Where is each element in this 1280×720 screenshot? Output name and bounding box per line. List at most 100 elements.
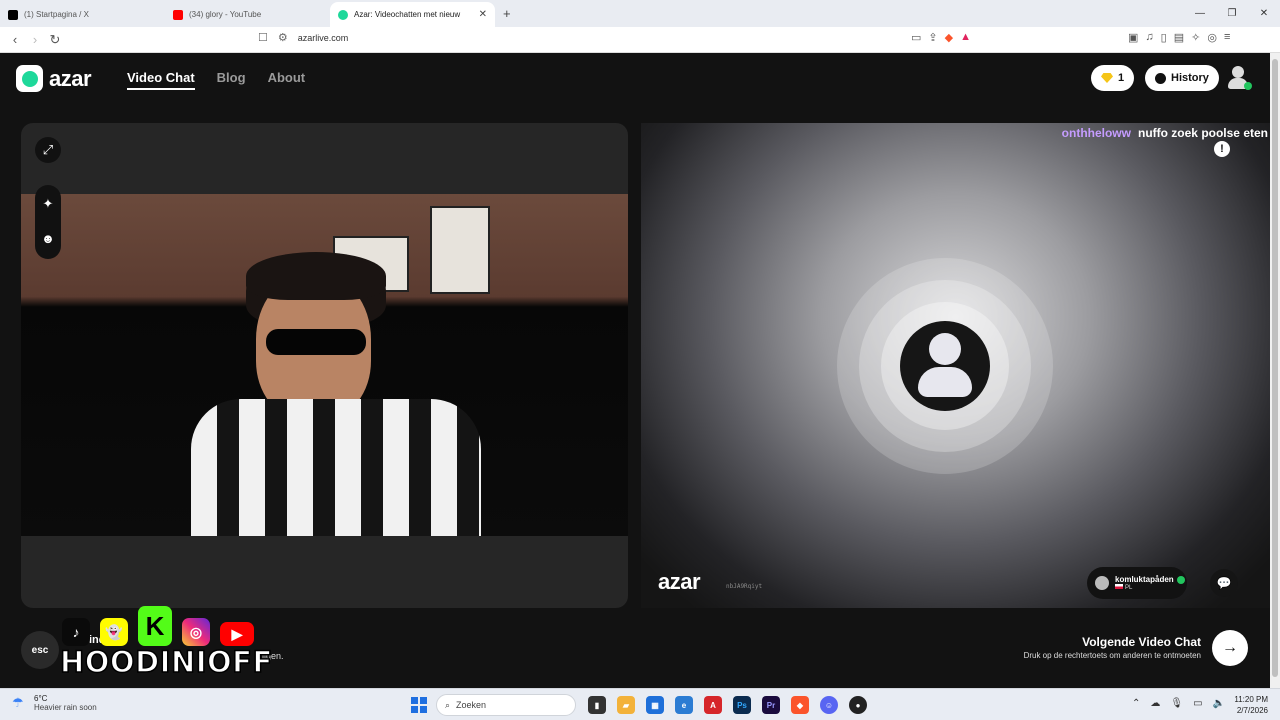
address-bar: ‹ › ↻ ☐ ⚙ azarlive.com ▭ ⇪ ◆ ▲ ▣ ♫ ▯ ▤ ✧… [0, 27, 1280, 53]
azar-watermark: azar [658, 569, 701, 594]
cloud-icon[interactable]: ☁ [1150, 698, 1160, 709]
report-icon[interactable]: ! [1214, 141, 1230, 157]
edge-icon[interactable]: e [675, 696, 693, 714]
tab-youtube[interactable]: (34) glory - YouTube [165, 2, 330, 27]
temperature: 6°C [34, 694, 48, 703]
wallet-icon[interactable]: ▤ [1174, 31, 1184, 44]
share-icon[interactable]: ⇪ [928, 31, 937, 44]
nav-blog[interactable]: Blog [217, 70, 246, 90]
browser-tab-bar: (1) Startpagina / X (34) glory - YouTube… [0, 0, 1280, 27]
cast-icon[interactable]: ▭ [911, 31, 921, 44]
profile-avatar[interactable] [1226, 66, 1252, 90]
vpn-icon[interactable]: ◎ [1207, 31, 1217, 44]
bookmark-icon[interactable]: ☐ [258, 31, 268, 44]
discord-icon[interactable]: ☺ [820, 696, 838, 714]
clock-time: 11:20 PM [1234, 695, 1268, 704]
next-chat-subtitle: Druk op de rechtertoets om anderen te on… [1023, 651, 1201, 660]
search-icon: ⌕ [445, 699, 451, 710]
warning-sign-image [430, 206, 490, 294]
taskbar-search[interactable]: ⌕ Zoeken [436, 694, 576, 716]
streamer-name-overlay: HOODINIOFF [59, 644, 273, 680]
magic-wand-icon[interactable]: ✦ [35, 191, 61, 217]
acrobat-icon[interactable]: A [704, 696, 722, 714]
gems-count: 1 [1118, 72, 1125, 84]
esc-button[interactable]: esc [21, 631, 59, 669]
self-video-panel: ⤢ ✦ ☻ [21, 123, 628, 608]
app-icon[interactable]: ● [849, 696, 867, 714]
forward-icon[interactable]: › [25, 32, 45, 47]
mic-icon[interactable]: 🎙 [1170, 698, 1183, 709]
chat-username: onthheloww [1061, 126, 1131, 140]
weather-widget[interactable]: ☂ 6°C Heavier rain soon [12, 694, 97, 712]
partner-video-panel: onthheloww nuffo zoek poolse eten ! azar … [641, 123, 1270, 608]
person-head-icon [929, 333, 961, 365]
tab-x[interactable]: (1) Startpagina / X [0, 2, 165, 27]
taskbar-apps: ▮ ▰ ▦ e A Ps Pr ◆ ☺ ● [588, 696, 867, 714]
network-icon[interactable]: ▭ [1193, 698, 1202, 709]
system-tray: ⌃ ☁ 🎙 ▭ 🔈 [1132, 698, 1225, 709]
windows-taskbar: ☂ 6°C Heavier rain soon ⌕ Zoeken ▮ ▰ ▦ e… [0, 688, 1280, 720]
next-chat-button[interactable]: → [1212, 630, 1248, 666]
nav-about[interactable]: About [268, 70, 306, 90]
window-controls: — ❐ ✕ [1184, 0, 1280, 27]
page-scrollbar[interactable] [1270, 53, 1280, 688]
system-clock[interactable]: 11:20 PM 2/7/2026 [1234, 694, 1268, 716]
scrollbar-thumb[interactable] [1272, 59, 1278, 677]
partner-profile-chip[interactable]: komluktapåden PL [1087, 567, 1187, 599]
chevron-up-icon[interactable]: ⌃ [1132, 698, 1140, 709]
history-button[interactable]: History [1145, 65, 1219, 91]
task-view-icon[interactable]: ▮ [588, 696, 606, 714]
watermark-id: nbJA9Rqiyt [726, 583, 763, 590]
azar-logo-icon [16, 65, 43, 92]
site-info-icon[interactable]: ⚙ [278, 31, 288, 44]
face-filter-icon[interactable]: ☻ [35, 225, 61, 251]
media-icon[interactable]: ♫ [1145, 31, 1153, 44]
rewards-icon[interactable]: ▲ [960, 31, 971, 44]
x-favicon-icon [8, 9, 18, 20]
fullscreen-button[interactable]: ⤢ [35, 137, 61, 163]
self-camera-feed [21, 194, 628, 536]
brave-icon[interactable]: ◆ [791, 696, 809, 714]
partner-avatar [1095, 576, 1109, 590]
sidebar-toggle-icon[interactable]: ▣ [1128, 31, 1138, 44]
back-icon[interactable]: ‹ [5, 32, 25, 47]
close-window-button[interactable]: ✕ [1248, 0, 1280, 27]
store-icon[interactable]: ▦ [646, 696, 664, 714]
tab-azar[interactable]: Azar: Videochatten met nieuw ✕ [330, 2, 495, 27]
tab-title: (34) glory - YouTube [189, 10, 262, 19]
azar-favicon-icon [338, 9, 348, 20]
partner-name: komluktapåden [1115, 575, 1174, 584]
verified-badge-icon [1176, 575, 1185, 584]
nav-video-chat[interactable]: Video Chat [127, 70, 195, 90]
toolbar-actions: ▣ ♫ ▯ ▤ ✧ ◎ ≡ [1128, 31, 1230, 44]
tab-title: (1) Startpagina / X [24, 10, 89, 19]
person-hair [246, 252, 386, 300]
youtube-icon: ▶ [220, 622, 254, 646]
azar-logo[interactable]: azar [16, 65, 92, 92]
brave-shield-icon[interactable]: ◆ [945, 31, 953, 44]
striped-shirt [191, 399, 481, 536]
close-tab-icon[interactable]: ✕ [479, 9, 487, 20]
main-nav: Video Chat Blog About [127, 70, 305, 90]
streamer-socials-overlay: ♪ 👻 K ◎ ▶ [62, 606, 254, 646]
ai-icon[interactable]: ✧ [1191, 31, 1200, 44]
menu-icon[interactable]: ≡ [1224, 31, 1230, 44]
chat-message: onthheloww nuffo zoek poolse eten [1062, 126, 1268, 140]
reload-icon[interactable]: ↻ [45, 32, 65, 48]
youtube-favicon-icon [173, 9, 183, 20]
url-field[interactable]: ☐ ⚙ azarlive.com [258, 31, 348, 44]
instagram-icon: ◎ [182, 618, 210, 646]
chat-bubble-button[interactable]: 💬 [1210, 569, 1238, 597]
gems-button[interactable]: 1 [1091, 65, 1135, 91]
reader-icon[interactable]: ▯ [1161, 31, 1167, 44]
tab-title: Azar: Videochatten met nieuw [354, 10, 461, 19]
minimize-button[interactable]: — [1184, 0, 1216, 27]
new-tab-button[interactable]: + [495, 6, 519, 27]
file-explorer-icon[interactable]: ▰ [617, 696, 635, 714]
windows-start-icon[interactable] [411, 697, 427, 713]
restore-button[interactable]: ❐ [1216, 0, 1248, 27]
premiere-icon[interactable]: Pr [762, 696, 780, 714]
next-chat-title: Volgende Video Chat [1082, 635, 1201, 649]
volume-icon[interactable]: 🔈 [1213, 698, 1225, 709]
photoshop-icon[interactable]: Ps [733, 696, 751, 714]
